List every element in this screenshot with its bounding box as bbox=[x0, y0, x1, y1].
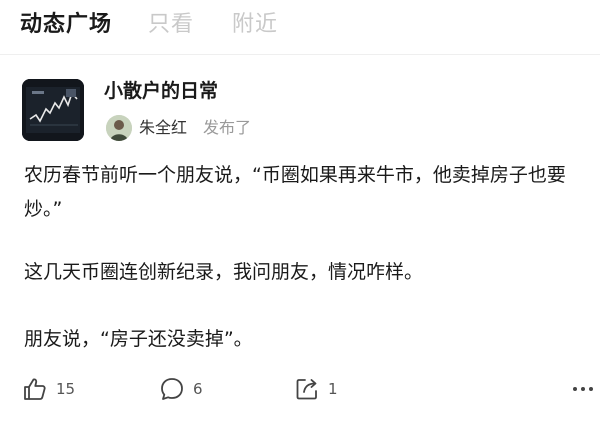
comment-button[interactable]: 6 bbox=[159, 374, 203, 404]
share-icon bbox=[296, 379, 317, 400]
top-tab-bar: 动态广场 只看 附近 bbox=[0, 0, 600, 55]
share-count: 1 bbox=[328, 380, 338, 398]
comment-bubble-icon bbox=[161, 378, 183, 400]
comment-count: 6 bbox=[193, 380, 203, 398]
stock-chart-thumbnail-icon bbox=[22, 79, 84, 141]
more-dots-icon[interactable] bbox=[568, 374, 598, 404]
post-paragraph: 农历春节前听一个朋友说，“币圈如果再来牛市，他卖掉房子也要炒。” bbox=[24, 164, 566, 220]
like-count: 15 bbox=[56, 380, 76, 398]
group-name[interactable]: 小散户的日常 bbox=[104, 78, 218, 104]
like-button[interactable]: 15 bbox=[22, 374, 75, 404]
tab-only-view[interactable]: 只看 bbox=[148, 8, 194, 42]
post-paragraph: 朋友说，“房子还没卖掉”。 bbox=[24, 328, 253, 350]
tab-feed-square[interactable]: 动态广场 bbox=[20, 8, 112, 42]
thumbs-up-icon bbox=[24, 378, 46, 400]
publish-label: 发布了 bbox=[203, 118, 252, 137]
share-button[interactable]: 1 bbox=[294, 374, 338, 404]
post-paragraph: 这几天币圈连创新纪录，我问朋友，情况咋样。 bbox=[24, 261, 424, 283]
group-avatar[interactable] bbox=[22, 79, 84, 141]
person-avatar-icon bbox=[106, 115, 132, 141]
author-name[interactable]: 朱全红 bbox=[139, 116, 187, 140]
tab-nearby[interactable]: 附近 bbox=[232, 8, 278, 42]
author-avatar[interactable] bbox=[106, 115, 132, 141]
